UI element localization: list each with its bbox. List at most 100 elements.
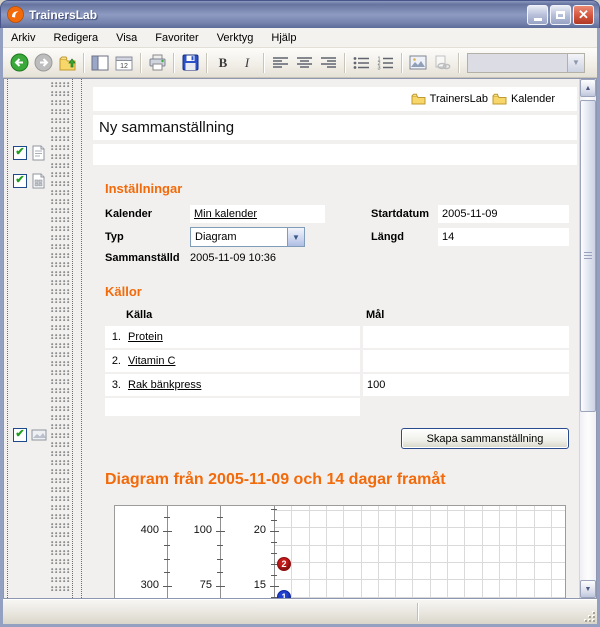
- folder-up-button[interactable]: [55, 51, 79, 75]
- forward-button[interactable]: [31, 51, 55, 75]
- chart-box: 40030010075201521: [114, 505, 566, 598]
- menu-bar: Arkiv Redigera Visa Favoriter Verktyg Hj…: [3, 28, 597, 48]
- document-icon: [31, 145, 46, 161]
- table-row-empty: [105, 398, 569, 416]
- source-cell-empty[interactable]: [105, 398, 360, 416]
- sidebar-dotted-line: [7, 79, 8, 598]
- save-icon: [182, 54, 199, 71]
- block-visible-checkbox[interactable]: ✔: [13, 174, 27, 188]
- breadcrumb-item-trainerslab[interactable]: TrainersLab: [411, 93, 488, 105]
- sidebar-dotted-line: [72, 79, 73, 598]
- menu-favoriter[interactable]: Favoriter: [155, 32, 198, 44]
- align-center-button[interactable]: [292, 51, 316, 75]
- bold-icon: B: [219, 55, 228, 71]
- back-button[interactable]: [7, 51, 31, 75]
- toolbar-separator: [263, 53, 264, 73]
- source-link[interactable]: Protein: [128, 331, 163, 343]
- typ-label: Typ: [105, 231, 190, 243]
- data-point[interactable]: 2: [277, 557, 291, 571]
- page: TrainersLab Kalender Ny sammanställning …: [82, 79, 579, 598]
- panel-view-button[interactable]: [88, 51, 112, 75]
- axis-tick-label: 20: [216, 524, 266, 536]
- insert-image-button[interactable]: [406, 51, 430, 75]
- scrollbar-thumb[interactable]: [580, 100, 596, 412]
- align-left-icon: [272, 56, 289, 70]
- toolbar-separator: [458, 53, 459, 73]
- minimize-button[interactable]: [527, 5, 548, 25]
- toolbar-separator: [140, 53, 141, 73]
- settings-heading: Inställningar: [105, 181, 579, 196]
- numbered-list-icon: 123: [377, 56, 394, 70]
- print-button[interactable]: [145, 51, 169, 75]
- block-visible-checkbox[interactable]: ✔: [13, 146, 27, 160]
- menu-arkiv[interactable]: Arkiv: [11, 32, 35, 44]
- folder-icon: [492, 93, 507, 105]
- goal-cell[interactable]: [363, 326, 569, 348]
- minimize-icon: [534, 18, 542, 21]
- menu-visa[interactable]: Visa: [116, 32, 137, 44]
- source-link[interactable]: Rak bänkpress: [128, 379, 201, 391]
- align-right-icon: [320, 56, 337, 70]
- align-left-button[interactable]: [268, 51, 292, 75]
- block-visible-checkbox[interactable]: ✔: [13, 428, 27, 442]
- bold-button[interactable]: B: [211, 51, 235, 75]
- folder-icon: [411, 93, 426, 105]
- data-point[interactable]: 1: [277, 590, 291, 598]
- maximize-button[interactable]: [550, 5, 571, 25]
- style-combobox-value: [468, 54, 567, 72]
- picture-icon: [31, 428, 47, 442]
- svg-text:3: 3: [377, 65, 380, 70]
- vertical-scrollbar[interactable]: ▲ ▼: [579, 79, 596, 598]
- calendar-icon: 12: [115, 55, 133, 71]
- table-row: 3. Rak bänkpress 100: [105, 374, 569, 396]
- style-combobox[interactable]: ▼: [467, 53, 585, 73]
- bullet-list-button[interactable]: [349, 51, 373, 75]
- align-center-icon: [296, 56, 313, 70]
- sammanstalld-value: 2005-11-09 10:36: [190, 252, 276, 264]
- title-bar: TrainersLab ✕: [0, 0, 600, 28]
- source-link[interactable]: Vitamin C: [128, 355, 175, 367]
- goal-cell[interactable]: [363, 350, 569, 372]
- langd-label: Längd: [371, 231, 438, 243]
- sources-heading: Källor: [105, 284, 579, 299]
- forward-icon: [34, 53, 53, 72]
- typ-select-value: Diagram: [191, 231, 287, 243]
- numbered-list-button[interactable]: 123: [373, 51, 397, 75]
- kalender-field: Min kalender: [190, 205, 325, 223]
- editor-sidebar: ✔ ✔ ✔: [4, 79, 82, 598]
- table-row: 1. Protein: [105, 326, 569, 348]
- calendar-view-button[interactable]: 12: [112, 51, 136, 75]
- create-summary-button[interactable]: Skapa sammanställning: [401, 428, 569, 449]
- insert-link-button[interactable]: [430, 51, 454, 75]
- menu-hjalp[interactable]: Hjälp: [271, 32, 296, 44]
- typ-select[interactable]: Diagram ▼: [190, 227, 305, 247]
- breadcrumb-item-kalender[interactable]: Kalender: [492, 93, 555, 105]
- app-logo-icon: [7, 6, 24, 23]
- menu-redigera[interactable]: Redigera: [53, 32, 98, 44]
- toolbar-separator: [401, 53, 402, 73]
- langd-field[interactable]: 14: [438, 228, 569, 246]
- diagram-heading: Diagram från 2005-11-09 och 14 dagar fra…: [105, 471, 579, 489]
- page-title: Ny sammanställning: [93, 115, 577, 140]
- button-row: Skapa sammanställning: [82, 428, 569, 449]
- row-drag-handles[interactable]: [51, 82, 71, 595]
- menu-verktyg[interactable]: Verktyg: [217, 32, 254, 44]
- italic-icon: I: [245, 55, 249, 71]
- scroll-down-button[interactable]: ▼: [580, 580, 596, 598]
- empty-field[interactable]: [93, 144, 577, 165]
- scroll-up-button[interactable]: ▲: [580, 79, 596, 97]
- startdatum-field[interactable]: 2005-11-09: [438, 205, 569, 223]
- window-title: TrainersLab: [29, 8, 525, 22]
- save-button[interactable]: [178, 51, 202, 75]
- italic-button[interactable]: I: [235, 51, 259, 75]
- resize-grip[interactable]: [582, 609, 595, 622]
- kalender-link[interactable]: Min kalender: [194, 208, 257, 220]
- status-pane: [418, 600, 597, 624]
- goal-cell-empty: [363, 398, 569, 416]
- goal-cell[interactable]: 100: [363, 374, 569, 396]
- kalender-row: Kalender Min kalender Startdatum 2005-11…: [105, 204, 569, 224]
- maximize-icon: [556, 11, 565, 19]
- align-right-button[interactable]: [316, 51, 340, 75]
- close-button[interactable]: ✕: [573, 5, 594, 25]
- panel-icon: [91, 55, 109, 71]
